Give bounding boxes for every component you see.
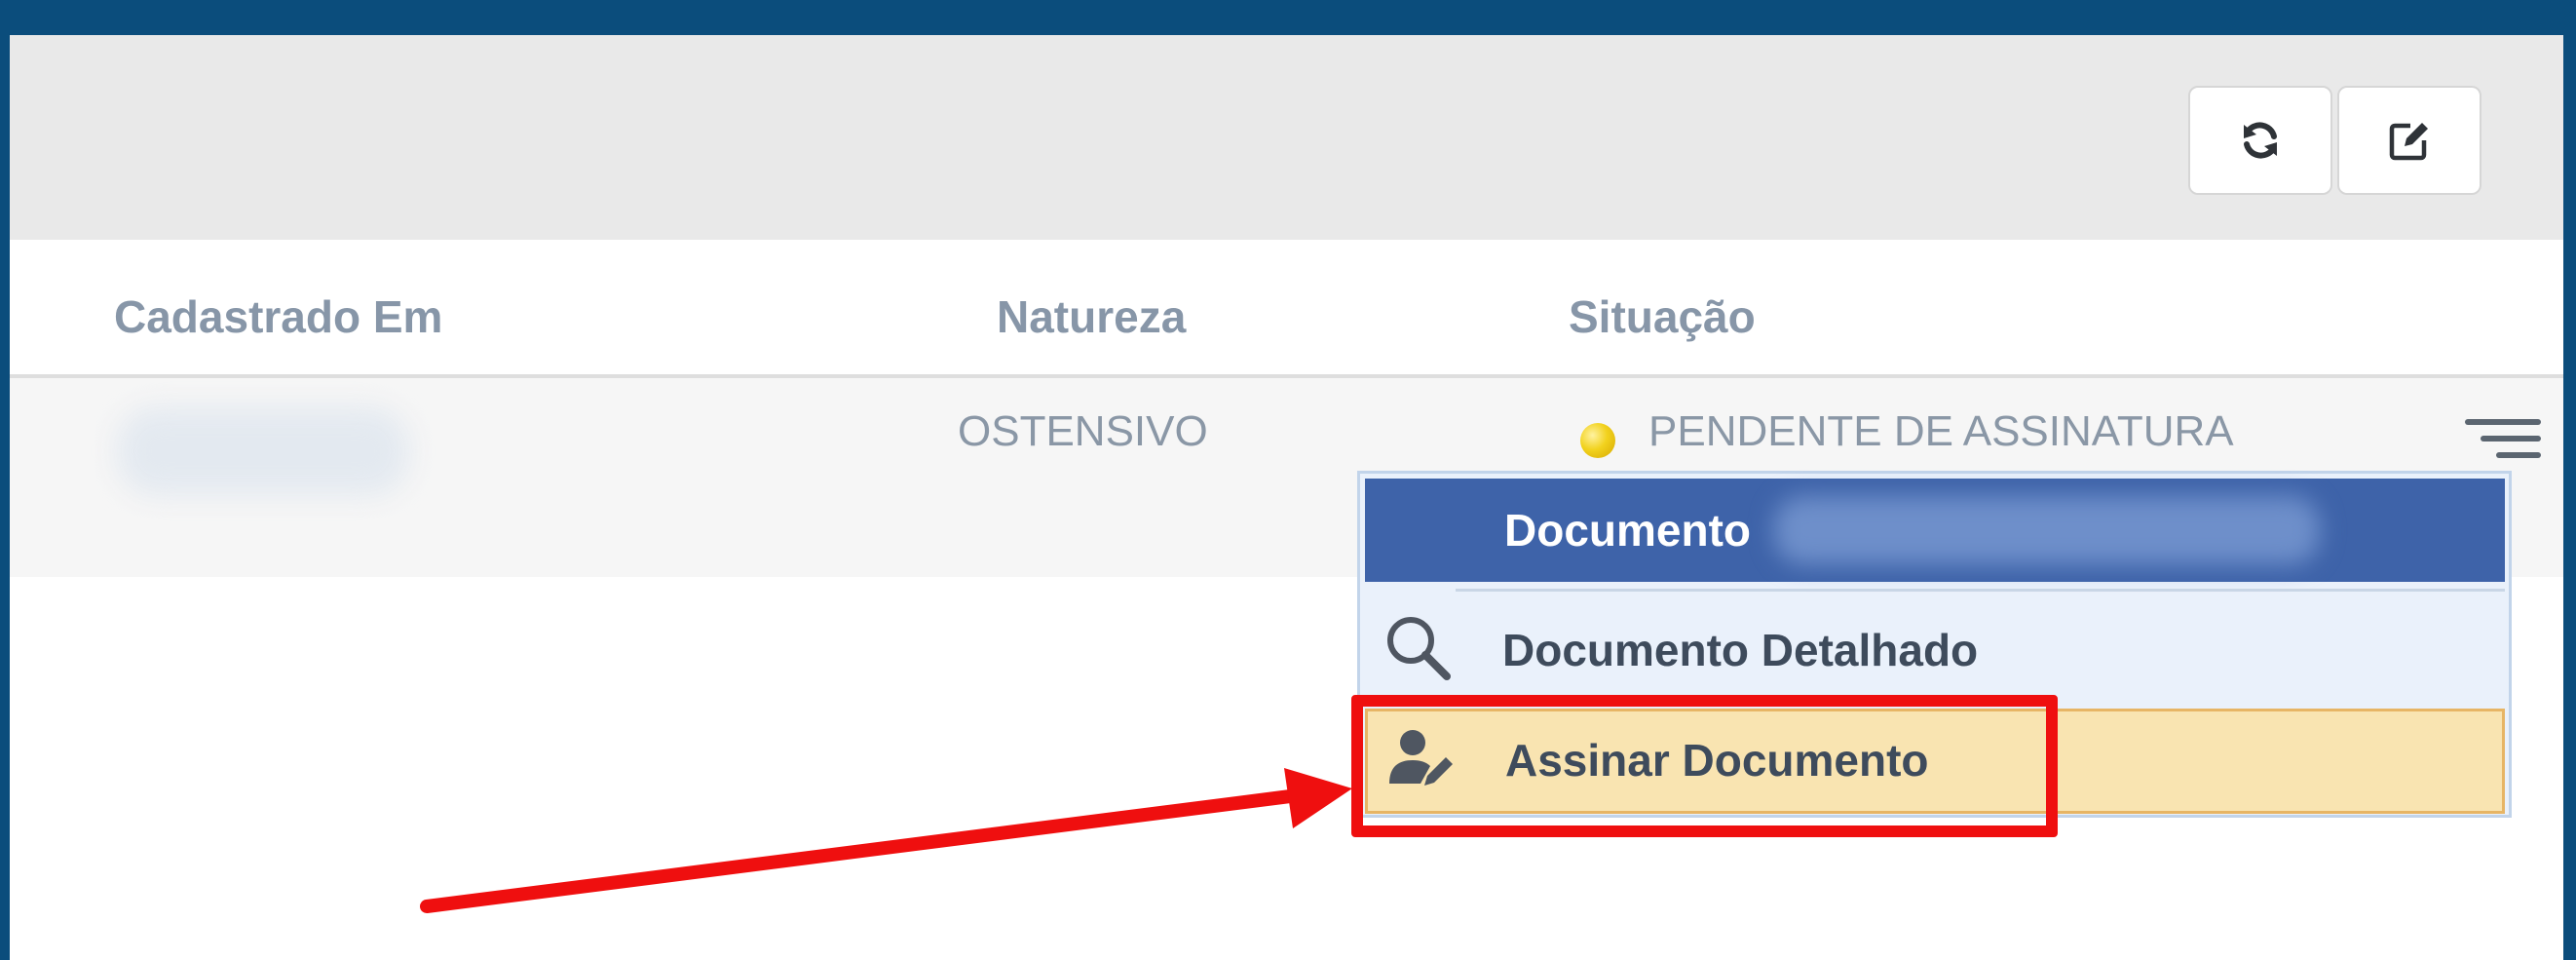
toolbar xyxy=(10,35,2563,240)
menu-item-label: Documento Detalhado xyxy=(1502,625,1979,675)
user-sign-icon xyxy=(1389,730,1453,786)
column-cadastrado-em: Cadastrado Em xyxy=(114,291,443,342)
natureza-cell: OSTENSIVO xyxy=(958,407,1208,455)
dropdown-header-label: Documento xyxy=(1504,505,1751,556)
refresh-button[interactable] xyxy=(2188,86,2332,195)
dropdown-header: Documento xyxy=(1365,479,2505,582)
menu-item-label: Assinar Documento xyxy=(1505,735,1929,786)
edit-icon xyxy=(2389,123,2428,161)
row-actions-menu-icon[interactable] xyxy=(2465,419,2541,458)
row-actions-dropdown: Documento Documento Detalhado Assinar Do… xyxy=(1357,471,2512,818)
status-dot-icon xyxy=(1580,423,1615,458)
redacted-document-id xyxy=(1774,496,2320,564)
menu-item-documento-detalhado[interactable]: Documento Detalhado xyxy=(1365,596,2505,702)
search-icon xyxy=(1387,617,1451,680)
edit-button[interactable] xyxy=(2337,86,2481,195)
dropdown-divider xyxy=(1456,589,2505,592)
table-header: Cadastrado Em Natureza Situação xyxy=(10,240,2563,378)
menu-item-assinar-documento[interactable]: Assinar Documento xyxy=(1365,709,2505,814)
redacted-date xyxy=(117,407,409,495)
situacao-cell: PENDENTE DE ASSINATURA xyxy=(1648,407,2234,455)
column-natureza: Natureza xyxy=(997,291,1187,342)
refresh-icon xyxy=(2244,122,2277,159)
column-situacao: Situação xyxy=(1569,291,1756,342)
